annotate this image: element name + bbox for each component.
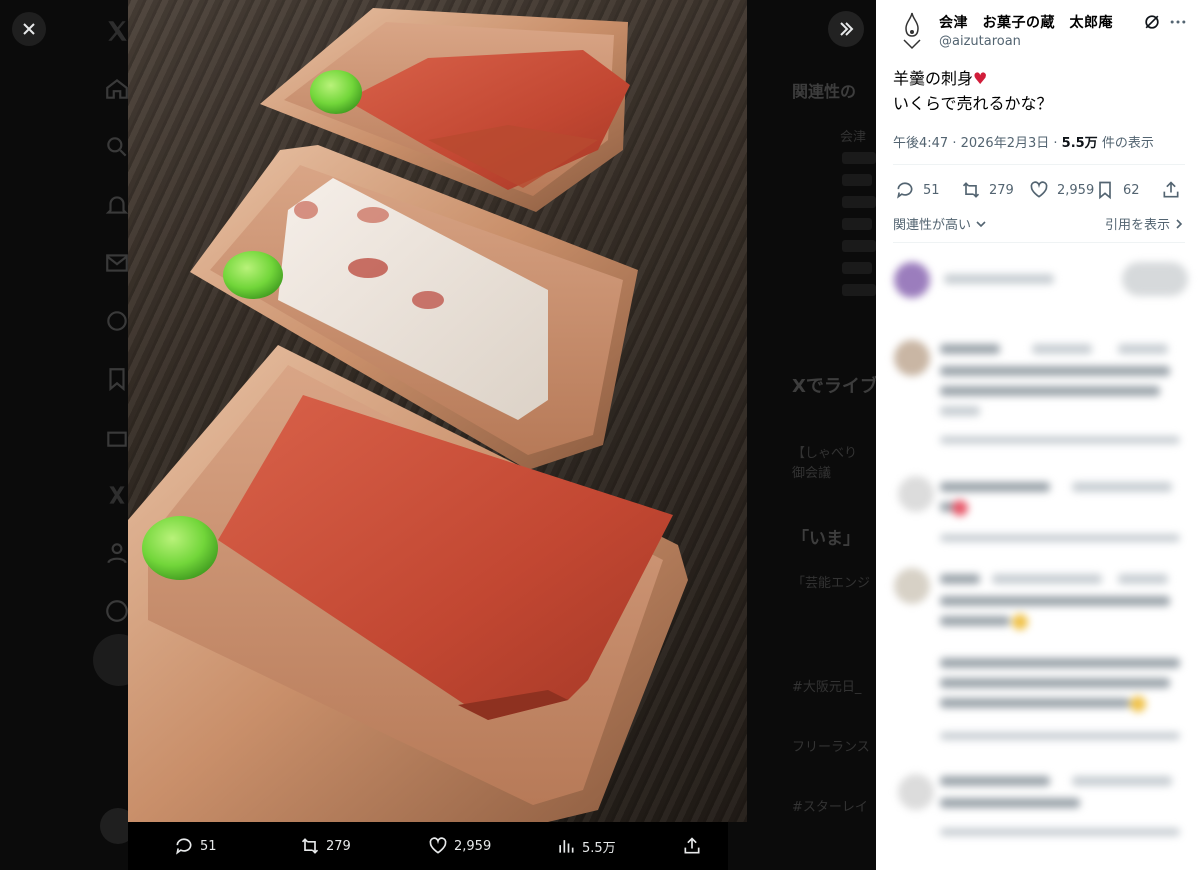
live-sub2: 御会議	[792, 466, 832, 481]
reply-count: 51	[923, 182, 940, 198]
share-icon	[1161, 180, 1181, 200]
media-action-bar: 51 279 2,959 5.5万	[128, 822, 728, 870]
author-handle[interactable]: @aizutaroan	[939, 34, 1021, 49]
close-button[interactable]	[12, 12, 46, 46]
media-like-count: 2,959	[454, 838, 492, 854]
post-meta: 午後4:47 · 2026年2月3日 · 5.5万 件の表示	[893, 136, 1154, 151]
repost-button[interactable]: 279	[961, 180, 1014, 200]
grok-icon[interactable]	[1142, 12, 1162, 32]
post-date[interactable]: 2026年2月3日	[961, 136, 1050, 151]
expand-icon	[837, 20, 855, 38]
trend-1: 「いま」	[792, 529, 860, 549]
reply-icon	[895, 180, 915, 200]
background-sidebar: 関連性の 会津 Xでライブ 【しゃべり 御会議 「いま」 「芸能エンジ #大阪元…	[792, 0, 876, 870]
like-icon	[428, 836, 448, 856]
reply-avatar	[898, 476, 934, 512]
trend-5: #スターレイ	[792, 800, 868, 815]
post-views-label: 件の表示	[1101, 136, 1154, 151]
media-views-count: 5.5万	[582, 840, 616, 856]
post-photo[interactable]	[128, 0, 747, 822]
post-text-line2: いくらで売れるかな？	[893, 94, 1053, 113]
reply-button[interactable]: 51	[895, 180, 940, 200]
quotes-label: 引用を表示	[1105, 218, 1171, 233]
post-text-line1: 羊羹の刺身	[893, 69, 974, 88]
reply-icon	[174, 836, 194, 856]
reply-avatar	[894, 568, 930, 604]
related-title: 関連性の	[792, 82, 857, 101]
share-button[interactable]	[1161, 180, 1181, 200]
divider	[893, 242, 1185, 243]
post-action-row: 51 279 2,959 62	[893, 180, 1185, 204]
more-icon[interactable]	[1168, 12, 1188, 32]
sort-label: 関連性が高い	[893, 218, 972, 233]
media-reply-count: 51	[200, 838, 217, 854]
chevron-down-icon	[975, 218, 987, 234]
post-views-count: 5.5万	[1061, 136, 1098, 151]
expand-button[interactable]	[828, 11, 864, 47]
like-button[interactable]: 2,959	[1029, 180, 1094, 200]
live-title: Xでライブ	[792, 376, 876, 397]
author-name[interactable]: 会津 お菓子の蔵 太郎庵	[939, 12, 1113, 32]
trend-3: #大阪元日_	[792, 680, 862, 695]
live-sub: 【しゃべり	[792, 446, 858, 461]
media-share-button[interactable]	[682, 836, 702, 856]
repost-count: 279	[989, 182, 1014, 198]
media-views-button[interactable]: 5.5万	[556, 836, 616, 856]
divider	[893, 164, 1185, 165]
bookmark-count: 62	[1123, 182, 1140, 198]
trend-4: フリーランス	[792, 740, 870, 755]
post-time[interactable]: 午後4:47	[893, 136, 948, 151]
reply-avatar	[898, 774, 934, 810]
repost-icon	[961, 180, 981, 200]
blurred-replies	[882, 246, 1200, 870]
bookmark-icon	[1095, 180, 1115, 200]
like-icon	[1029, 180, 1049, 200]
media-reply-button[interactable]: 51	[174, 836, 217, 856]
related-user: 会津	[840, 130, 867, 145]
trend-2: 「芸能エンジ	[792, 576, 871, 591]
author-avatar[interactable]	[896, 10, 928, 50]
sort-relevance-dropdown[interactable]: 関連性が高い	[893, 214, 987, 234]
like-count: 2,959	[1057, 182, 1095, 198]
media-repost-button[interactable]: 279	[300, 836, 351, 856]
yokan-sashimi-photo	[128, 8, 688, 822]
chevron-right-icon	[1174, 218, 1184, 234]
reply-avatar	[894, 340, 930, 376]
view-quotes-link[interactable]: 引用を表示	[1105, 214, 1184, 234]
composer-avatar	[894, 262, 930, 298]
post-text: 羊羹の刺身♥ いくらで売れるかな？	[893, 66, 1053, 116]
media-repost-count: 279	[326, 838, 351, 854]
close-icon	[21, 21, 37, 37]
heart-emoji: ♥	[973, 69, 988, 88]
bookmark-button[interactable]: 62	[1095, 180, 1140, 200]
media-like-button[interactable]: 2,959	[428, 836, 491, 856]
share-icon	[682, 836, 702, 856]
views-icon	[556, 836, 576, 856]
repost-icon	[300, 836, 320, 856]
